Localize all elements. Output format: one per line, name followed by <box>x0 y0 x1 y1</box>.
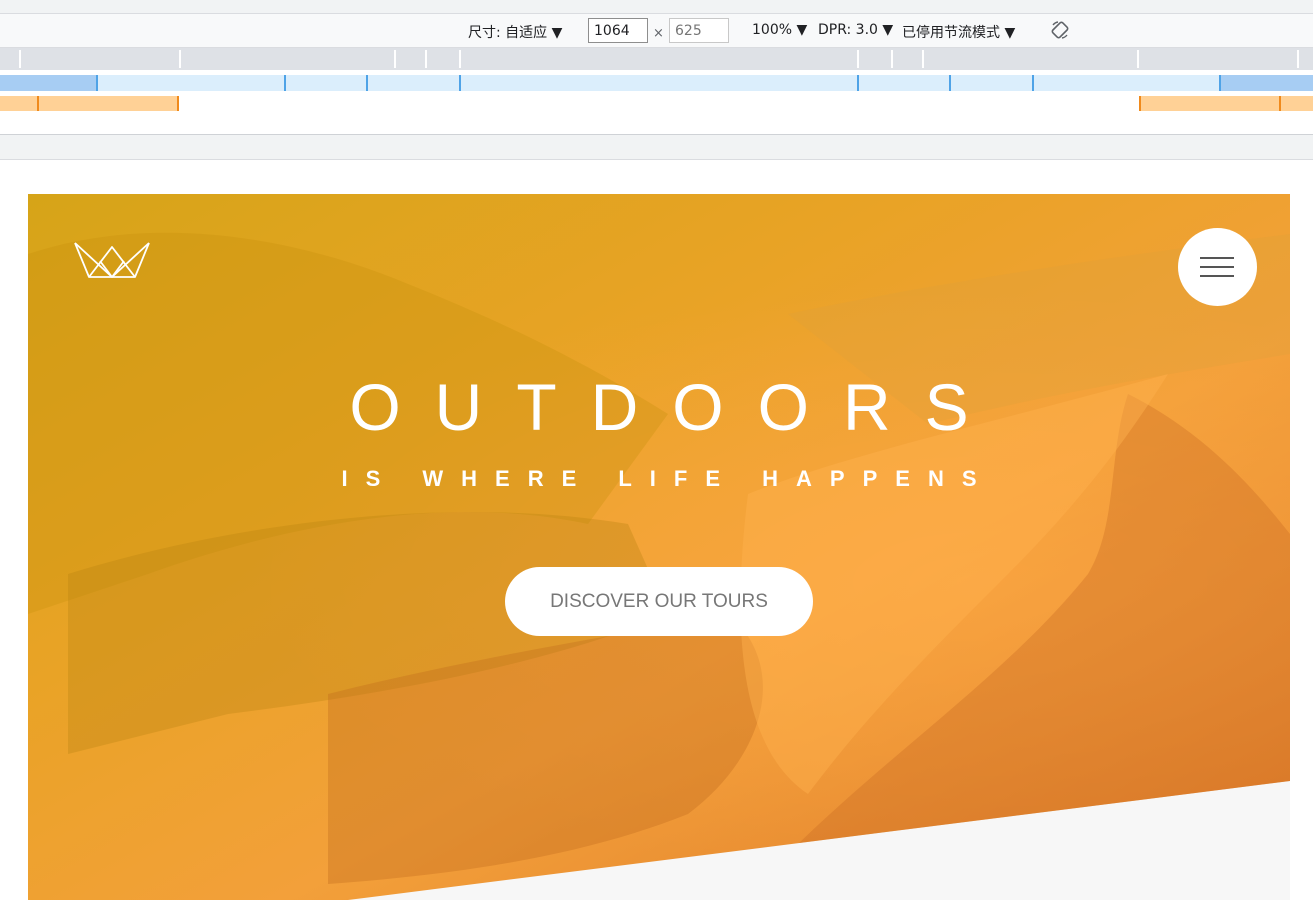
crown-logo-icon[interactable] <box>73 239 151 279</box>
discover-tours-button[interactable]: DISCOVER OUR TOURS <box>505 567 813 636</box>
media-query-bar-max-width[interactable] <box>0 48 1313 70</box>
media-query-marker[interactable] <box>19 50 21 68</box>
media-query-marker[interactable] <box>857 75 859 91</box>
hero-section: OUTDOORS IS WHERE LIFE HAPPENS DISCOVER … <box>28 194 1290 900</box>
landscape-background <box>28 232 1290 884</box>
media-query-bar-min-max[interactable] <box>0 75 1313 91</box>
media-query-marker[interactable] <box>425 50 427 68</box>
media-query-marker[interactable] <box>179 50 181 68</box>
devtools-top-strip <box>0 0 1313 14</box>
dimensions-select[interactable]: 尺寸: 自适应 ▼ <box>468 22 562 42</box>
media-query-marker[interactable] <box>37 96 39 111</box>
device-toolbar: 尺寸: 自适应 ▼ × 100% ▼ DPR: 3.0 ▼ 已停用节流模式 ▼ <box>0 14 1313 48</box>
hamburger-menu-icon <box>1200 275 1234 277</box>
hero-title: OUTDOORS <box>349 370 1003 444</box>
zoom-select[interactable]: 100% ▼ <box>752 22 807 38</box>
media-query-marker[interactable] <box>922 50 924 68</box>
width-input[interactable] <box>588 18 648 43</box>
media-query-marker[interactable] <box>459 75 461 91</box>
media-query-marker[interactable] <box>1297 50 1299 68</box>
media-query-marker[interactable] <box>1137 50 1139 68</box>
media-query-marker[interactable] <box>1219 75 1221 91</box>
media-query-marker[interactable] <box>949 75 951 91</box>
hamburger-menu-icon <box>1200 266 1234 268</box>
media-query-marker[interactable] <box>177 96 179 111</box>
media-query-marker[interactable] <box>366 75 368 91</box>
dpr-select[interactable]: DPR: 3.0 ▼ <box>818 22 893 38</box>
rotate-icon[interactable] <box>1050 20 1070 40</box>
media-query-bar-min-width[interactable] <box>0 96 1313 111</box>
device-viewport: OUTDOORS IS WHERE LIFE HAPPENS DISCOVER … <box>28 194 1290 900</box>
media-query-marker[interactable] <box>459 50 461 68</box>
media-query-segment[interactable] <box>1219 75 1313 91</box>
hamburger-menu-button[interactable] <box>1178 228 1257 306</box>
media-query-segment[interactable] <box>1139 96 1313 111</box>
media-query-marker[interactable] <box>891 50 893 68</box>
media-query-marker[interactable] <box>284 75 286 91</box>
ruler-bar <box>0 134 1313 160</box>
media-query-marker[interactable] <box>394 50 396 68</box>
hero-subtitle: IS WHERE LIFE HAPPENS <box>341 466 995 491</box>
media-query-segment[interactable] <box>0 75 97 91</box>
height-input[interactable] <box>669 18 729 43</box>
media-query-segment[interactable] <box>0 96 179 111</box>
media-query-marker[interactable] <box>1032 75 1034 91</box>
media-query-marker[interactable] <box>96 75 98 91</box>
media-query-marker[interactable] <box>1139 96 1141 111</box>
dimension-separator: × <box>653 26 664 41</box>
media-query-marker[interactable] <box>1279 96 1281 111</box>
hamburger-menu-icon <box>1200 257 1234 259</box>
throttling-select[interactable]: 已停用节流模式 ▼ <box>902 22 1015 42</box>
media-query-marker[interactable] <box>857 50 859 68</box>
